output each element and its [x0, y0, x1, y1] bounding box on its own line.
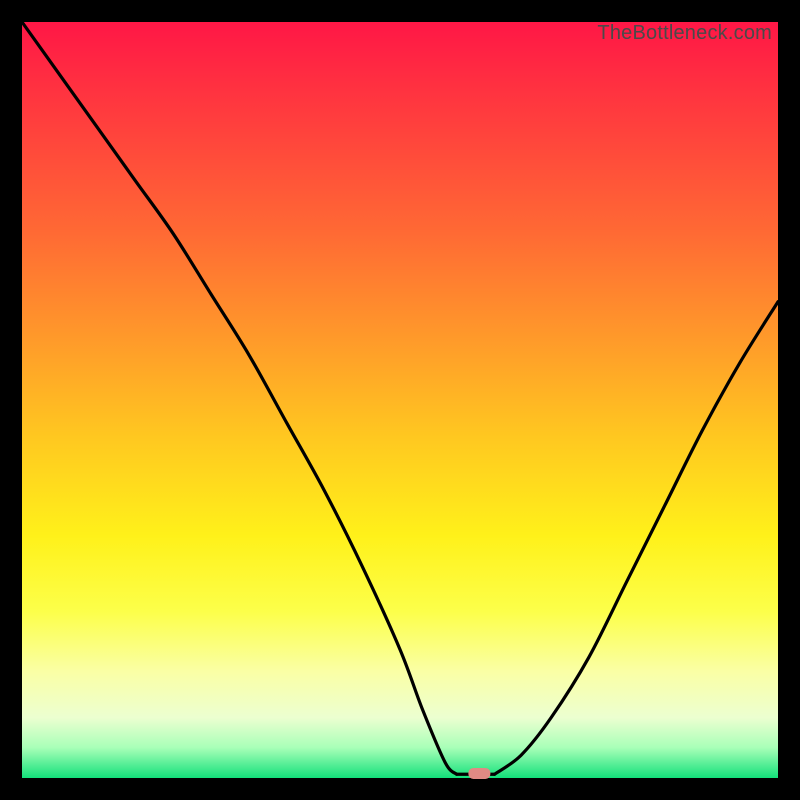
chart-frame: TheBottleneck.com: [0, 0, 800, 800]
plot-area: TheBottleneck.com: [22, 22, 778, 778]
curve-right: [495, 302, 779, 774]
chart-overlay: [22, 22, 778, 778]
curve-left: [22, 22, 457, 774]
min-marker: [468, 768, 490, 779]
